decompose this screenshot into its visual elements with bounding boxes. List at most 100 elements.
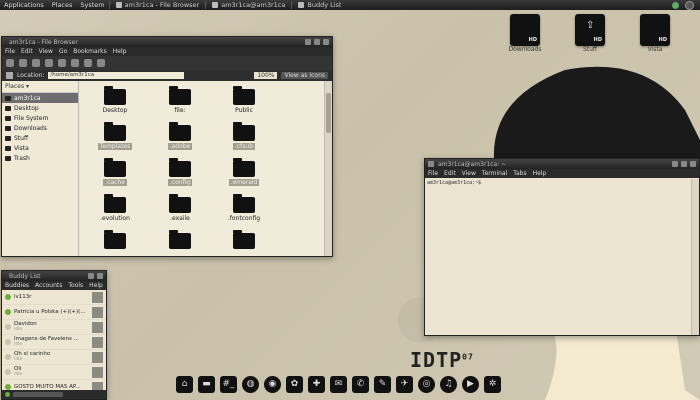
terminal-icon[interactable]: #_ <box>220 376 237 393</box>
menu-bookmarks[interactable]: Bookmarks <box>70 48 110 55</box>
status-selector[interactable] <box>13 392 63 397</box>
menu-view[interactable]: View <box>36 48 56 55</box>
file-item-adobe[interactable]: .adobe <box>155 122 205 150</box>
terminal-window[interactable]: am3r1ca@am3r1ca: ~ File Edit View Termin… <box>424 158 700 336</box>
up-icon[interactable] <box>32 59 40 67</box>
bird-icon[interactable]: ✈ <box>396 376 413 393</box>
file-item-emerald[interactable]: .emerald <box>219 158 269 186</box>
terminal-titlebar[interactable]: am3r1ca@am3r1ca: ~ <box>425 159 699 169</box>
butterfly-icon[interactable]: ✿ <box>286 376 303 393</box>
file-browser-scrollbar[interactable] <box>324 81 332 256</box>
mail-icon[interactable]: ✆ <box>352 376 369 393</box>
menu-file[interactable]: File <box>2 48 18 55</box>
menu-tabs[interactable]: Tabs <box>510 170 529 177</box>
taskbar-file-browser[interactable]: am3r1ca - File Browser <box>108 1 206 9</box>
file-item-fontconfig[interactable]: .fontconfig <box>219 194 269 222</box>
zoom-level[interactable]: 100% <box>254 72 278 79</box>
menu-go[interactable]: Go <box>56 48 70 55</box>
file-browser-window[interactable]: am3r1ca - File Browser File Edit View Go… <box>1 36 333 257</box>
file-item-config[interactable]: .config <box>155 158 205 186</box>
close-button[interactable] <box>97 273 103 279</box>
menu-edit[interactable]: Edit <box>18 48 36 55</box>
desktop-drive-vista[interactable]: HD Vista <box>633 14 677 53</box>
sidebar-item-desktop[interactable]: Desktop <box>2 103 78 113</box>
gimp-icon[interactable]: ✎ <box>374 376 391 393</box>
buddy-row[interactable]: Imagens de Faveiens ... Idle <box>2 335 106 350</box>
close-button[interactable] <box>323 39 329 45</box>
menu-file[interactable]: File <box>425 170 441 177</box>
desktop-drive-downloads[interactable]: HD Downloads <box>503 14 547 53</box>
forward-icon[interactable] <box>19 59 27 67</box>
network-icon[interactable] <box>672 1 679 9</box>
menu-accounts[interactable]: Accounts <box>32 282 65 289</box>
home-icon[interactable]: ⌂ <box>176 376 193 393</box>
close-button[interactable] <box>690 161 696 167</box>
media-player-icon[interactable]: ▶ <box>462 376 479 393</box>
minimize-button[interactable] <box>305 39 311 45</box>
file-item-public[interactable]: Public <box>219 86 269 114</box>
buddy-row[interactable]: Patricia u Polska (+)(+)(... <box>2 305 106 320</box>
system-menu[interactable]: System <box>76 1 108 9</box>
computer-icon[interactable] <box>84 59 92 67</box>
power-icon[interactable] <box>685 0 694 10</box>
edit-location-icon[interactable] <box>6 72 13 79</box>
places-menu[interactable]: Places <box>48 1 77 9</box>
buddy-row[interactable]: lv113r <box>2 290 106 305</box>
file-item-templates[interactable]: Templates <box>90 122 140 150</box>
back-icon[interactable] <box>6 59 14 67</box>
view-as-select[interactable]: View as Icons <box>281 72 328 79</box>
minimize-button[interactable] <box>672 161 678 167</box>
search-icon[interactable] <box>97 59 105 67</box>
file-item-partial[interactable] <box>90 230 140 251</box>
buddy-status-bar[interactable] <box>2 390 106 399</box>
file-item-exaile[interactable]: .exaile <box>155 194 205 222</box>
file-item-cfsub[interactable]: .cfsub <box>219 122 269 150</box>
file-item-partial[interactable] <box>155 230 205 251</box>
world-icon[interactable]: ◉ <box>264 376 281 393</box>
menu-help[interactable]: Help <box>86 282 106 289</box>
buddy-list-titlebar[interactable]: Buddy List <box>2 271 106 281</box>
buddy-row[interactable]: Davidon Idle <box>2 320 106 335</box>
file-item-cache[interactable]: .cache <box>90 158 140 186</box>
taskbar-terminal[interactable]: am3r1ca@am3r1ca <box>205 1 291 9</box>
file-browser-titlebar[interactable]: am3r1ca - File Browser <box>2 37 332 47</box>
stop-icon[interactable] <box>45 59 53 67</box>
places-header[interactable]: Places ▾ <box>2 81 78 93</box>
menu-edit[interactable]: Edit <box>441 170 459 177</box>
location-input[interactable]: /home/am3r1ca <box>48 72 185 79</box>
settings-icon[interactable]: ✲ <box>484 376 501 393</box>
menu-terminal[interactable]: Terminal <box>479 170 510 177</box>
scrollbar-thumb[interactable] <box>326 93 331 133</box>
file-item-evolution[interactable]: .evolution <box>90 194 140 222</box>
menu-help[interactable]: Help <box>110 48 130 55</box>
buddy-row[interactable]: Oh si carinho Idle <box>2 350 106 365</box>
puzzle-icon[interactable]: ✚ <box>308 376 325 393</box>
sidebar-item-vista[interactable]: Vista <box>2 143 78 153</box>
headphones-icon[interactable]: ♫ <box>440 376 457 393</box>
reload-icon[interactable] <box>58 59 66 67</box>
terminal-body[interactable]: am3r1ca@am3r1ca:~$ <box>425 179 691 335</box>
menu-view[interactable]: View <box>459 170 479 177</box>
sidebar-item-home[interactable]: am3r1ca <box>2 93 78 103</box>
disc-icon[interactable]: ◎ <box>418 376 435 393</box>
menu-tools[interactable]: Tools <box>65 282 86 289</box>
chat-icon[interactable]: ✉ <box>330 376 347 393</box>
sidebar-item-downloads[interactable]: Downloads <box>2 123 78 133</box>
globe-icon[interactable]: ◍ <box>242 376 259 393</box>
file-item-partial[interactable] <box>219 230 269 251</box>
menu-buddies[interactable]: Buddies <box>2 282 32 289</box>
sidebar-item-file-system[interactable]: File System <box>2 113 78 123</box>
buddy-row[interactable]: Oli Idle <box>2 365 106 380</box>
applications-menu[interactable]: Applications <box>0 1 48 9</box>
sidebar-item-stuff[interactable]: Stuff <box>2 133 78 143</box>
file-item-file[interactable]: file: <box>155 86 205 114</box>
minimize-button[interactable] <box>88 273 94 279</box>
sidebar-item-trash[interactable]: Trash <box>2 153 78 163</box>
menu-help[interactable]: Help <box>530 170 550 177</box>
desktop-drive-stuff[interactable]: ⇪ HD Stuff <box>568 14 612 53</box>
folder-icon[interactable]: ▬ <box>198 376 215 393</box>
home-icon[interactable] <box>71 59 79 67</box>
taskbar-buddy-list[interactable]: Buddy List <box>291 1 347 9</box>
file-item-desktop[interactable]: Desktop <box>90 86 140 114</box>
maximize-button[interactable] <box>681 161 687 167</box>
